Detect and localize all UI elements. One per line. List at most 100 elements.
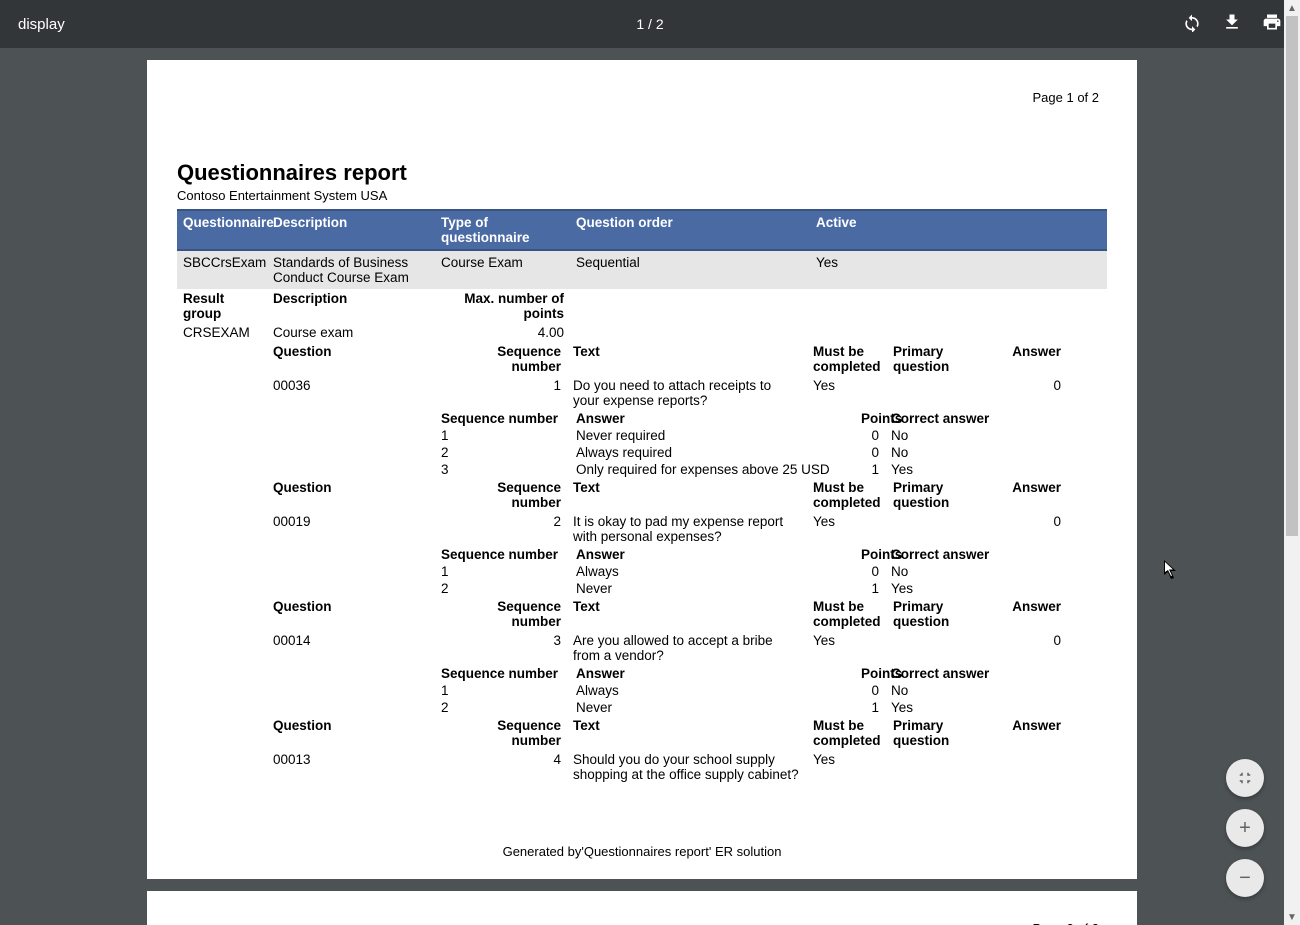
- qh-must: Must be completed: [807, 716, 887, 750]
- qh-primary: Primary question: [887, 597, 987, 631]
- question-row: 000134Should you do your school supply s…: [177, 750, 1107, 784]
- answer-row: 2Never1Yes: [177, 580, 1107, 597]
- qh-text: Text: [567, 478, 807, 512]
- rg-cell-desc: Course exam: [267, 323, 435, 342]
- a-correct: No: [885, 427, 1015, 444]
- qh-answer: Answer: [987, 478, 1067, 512]
- qh-seq: Sequence number: [477, 597, 567, 631]
- ah-points: Points: [855, 410, 885, 427]
- rg-head-points: Max. number of points: [435, 289, 570, 323]
- zoom-in-button[interactable]: +: [1226, 809, 1264, 847]
- a-seq: 2: [435, 444, 570, 461]
- question-row: 000361Do you need to attach receipts to …: [177, 376, 1107, 410]
- q-answer: [987, 750, 1067, 784]
- q-seq: 2: [477, 512, 567, 546]
- q-id: 00019: [267, 512, 477, 546]
- a-correct: No: [885, 563, 1015, 580]
- a-text: Always required: [570, 444, 855, 461]
- zoom-controls: + −: [1226, 759, 1264, 897]
- a-text: Always: [570, 563, 855, 580]
- q-answer: 0: [987, 376, 1067, 410]
- qh-question: Question: [267, 342, 477, 376]
- a-seq: 1: [435, 682, 570, 699]
- a-seq: 3: [435, 461, 570, 478]
- question-header-row: QuestionSequence numberTextMust be compl…: [177, 597, 1107, 631]
- question-header-row: QuestionSequence numberTextMust be compl…: [177, 478, 1107, 512]
- col-type: Type of questionnaire: [435, 211, 570, 249]
- qh-seq: Sequence number: [477, 716, 567, 750]
- q-answer: 0: [987, 631, 1067, 665]
- ah-points: Points: [855, 546, 885, 563]
- report-subtitle: Contoso Entertainment System USA: [177, 188, 1107, 203]
- q-text: It is okay to pad my expense report with…: [567, 512, 807, 546]
- document-viewport[interactable]: Page 1 of 2 Questionnaires report Contos…: [0, 48, 1284, 925]
- a-points: 1: [855, 580, 885, 597]
- scroll-up-arrow[interactable]: ▲: [1284, 0, 1300, 16]
- vertical-scrollbar[interactable]: ▲ ▼: [1284, 0, 1300, 925]
- a-text: Never required: [570, 427, 855, 444]
- col-order: Question order: [570, 211, 810, 249]
- a-text: Always: [570, 682, 855, 699]
- qh-answer: Answer: [987, 342, 1067, 376]
- col-active: Active: [810, 211, 1107, 249]
- a-correct: No: [885, 682, 1015, 699]
- ah-seq: Sequence number: [435, 546, 570, 563]
- a-correct: Yes: [885, 580, 1015, 597]
- a-points: 1: [855, 461, 885, 478]
- zoom-out-button[interactable]: −: [1226, 859, 1264, 897]
- rotate-icon[interactable]: [1182, 12, 1202, 37]
- main-table-row: SBCCrsExam Standards of Business Conduct…: [177, 251, 1107, 289]
- qh-text: Text: [567, 716, 807, 750]
- a-points: 0: [855, 444, 885, 461]
- answer-row: 1Never required0No: [177, 427, 1107, 444]
- scroll-down-arrow[interactable]: ▼: [1284, 909, 1300, 925]
- q-seq: 3: [477, 631, 567, 665]
- qh-must: Must be completed: [807, 478, 887, 512]
- ah-points: Points: [855, 665, 885, 682]
- a-text: Only required for expenses above 25 USD: [570, 461, 855, 478]
- cell-questionnaire: SBCCrsExam: [177, 251, 267, 289]
- a-text: Never: [570, 699, 855, 716]
- col-description: Description: [267, 211, 435, 249]
- qh-answer: Answer: [987, 597, 1067, 631]
- rg-cell-points: 4.00: [435, 323, 570, 342]
- q-id: 00013: [267, 750, 477, 784]
- ah-correct: Correct answer: [885, 665, 1015, 682]
- print-icon[interactable]: [1262, 12, 1282, 37]
- qh-question: Question: [267, 478, 477, 512]
- scroll-thumb[interactable]: [1286, 16, 1298, 536]
- qh-answer: Answer: [987, 716, 1067, 750]
- a-seq: 1: [435, 427, 570, 444]
- download-icon[interactable]: [1222, 12, 1242, 37]
- rg-cell-group: CRSEXAM: [177, 323, 267, 342]
- document-title: display: [18, 16, 65, 33]
- ah-seq: Sequence number: [435, 410, 570, 427]
- a-seq: 2: [435, 699, 570, 716]
- answer-header-row: Sequence numberAnswerPointsCorrect answe…: [177, 546, 1107, 563]
- q-must: Yes: [807, 512, 887, 546]
- q-primary: [887, 750, 987, 784]
- ah-correct: Correct answer: [885, 546, 1015, 563]
- page-number-label: Page 1 of 2: [1033, 90, 1100, 105]
- q-primary: [887, 376, 987, 410]
- answer-row: 2Never1Yes: [177, 699, 1107, 716]
- a-seq: 1: [435, 563, 570, 580]
- qh-must: Must be completed: [807, 597, 887, 631]
- page-indicator: 1 / 2: [636, 16, 663, 32]
- ah-answer: Answer: [570, 546, 855, 563]
- fit-page-button[interactable]: [1226, 759, 1264, 797]
- col-questionnaire: Questionnaire: [177, 211, 267, 249]
- questions-container: QuestionSequence numberTextMust be compl…: [177, 342, 1107, 784]
- main-table-header: Questionnaire Description Type of questi…: [177, 209, 1107, 251]
- page-2: Page 2 of 2: [147, 891, 1137, 925]
- cell-active: Yes: [810, 251, 1107, 289]
- page-1: Page 1 of 2 Questionnaires report Contos…: [147, 60, 1137, 879]
- a-text: Never: [570, 580, 855, 597]
- q-answer: 0: [987, 512, 1067, 546]
- qh-primary: Primary question: [887, 342, 987, 376]
- q-seq: 1: [477, 376, 567, 410]
- report-title: Questionnaires report: [177, 160, 1107, 186]
- rg-head-desc: Description: [267, 289, 435, 323]
- q-text: Do you need to attach receipts to your e…: [567, 376, 807, 410]
- qh-text: Text: [567, 597, 807, 631]
